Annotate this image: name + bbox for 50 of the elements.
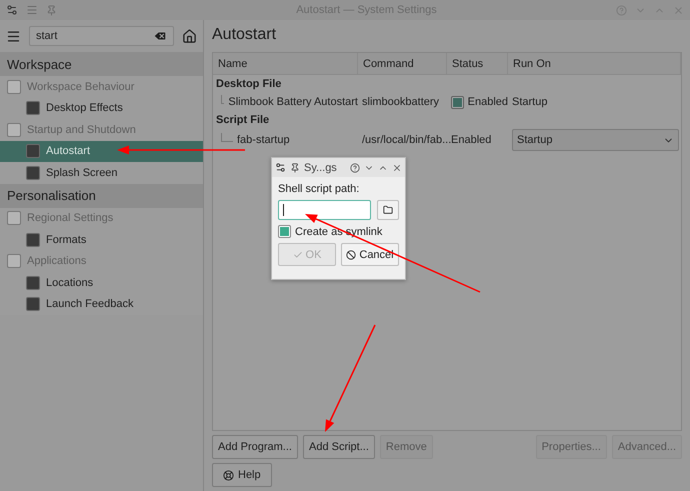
column-header[interactable]: Run On (508, 53, 681, 75)
status-checkbox[interactable] (451, 96, 464, 108)
table-cell: Startup (512, 96, 548, 108)
dialog-title: Sy...gs (304, 162, 338, 174)
folder-icon (383, 205, 393, 215)
help-icon[interactable] (350, 162, 360, 172)
table-cell: /usr/local/bin/fab... (362, 134, 452, 146)
path-field[interactable] (278, 200, 371, 220)
cancel-icon (346, 250, 356, 260)
app-icon (6, 4, 18, 16)
table-cell: Enabled (468, 96, 508, 108)
section-header: Workspace (0, 52, 203, 76)
run-on-dropdown[interactable]: Startup (512, 129, 679, 151)
group-title: Script File (215, 113, 270, 128)
module-icon (26, 144, 40, 158)
section-header: Personalisation (0, 184, 203, 208)
column-header[interactable]: Name (213, 53, 358, 75)
table-cell: fab-startup (237, 134, 290, 146)
lifebuoy-icon (223, 470, 234, 480)
module-icon (7, 211, 21, 226)
module-icon (26, 297, 40, 312)
module-icon (26, 276, 40, 290)
field-label: Shell script path: (278, 183, 360, 195)
symlink-checkbox[interactable] (278, 225, 291, 238)
column-header[interactable]: Status (447, 53, 508, 75)
search-field[interactable]: start (29, 26, 174, 46)
app-icon (275, 162, 286, 173)
home-icon[interactable] (182, 28, 197, 44)
table-cell: Slimbook Battery Autostart (228, 96, 358, 108)
check-icon (292, 250, 303, 260)
menu-icon[interactable] (6, 28, 21, 44)
module-icon (7, 80, 21, 94)
action-button[interactable]: Add Script... (302, 435, 375, 459)
dialog-button[interactable]: Cancel (341, 243, 399, 266)
pin-icon[interactable] (290, 162, 300, 172)
module-icon (7, 254, 21, 268)
browse-button[interactable] (377, 200, 399, 220)
action-button[interactable]: Add Program... (212, 435, 298, 459)
column-header[interactable]: Command (358, 53, 447, 75)
group-title: Desktop File (215, 77, 282, 92)
table-cell: slimbookbattery (362, 96, 440, 108)
table-cell: Enabled (451, 134, 492, 146)
close-icon[interactable] (392, 162, 402, 172)
module-icon (26, 166, 40, 180)
module-icon (26, 232, 40, 247)
sidebar-item[interactable]: Autostart (0, 140, 203, 162)
help-button[interactable]: Help (212, 463, 272, 487)
module-icon (26, 101, 40, 116)
page-title: Autostart (212, 26, 278, 45)
module-icon (7, 122, 21, 137)
